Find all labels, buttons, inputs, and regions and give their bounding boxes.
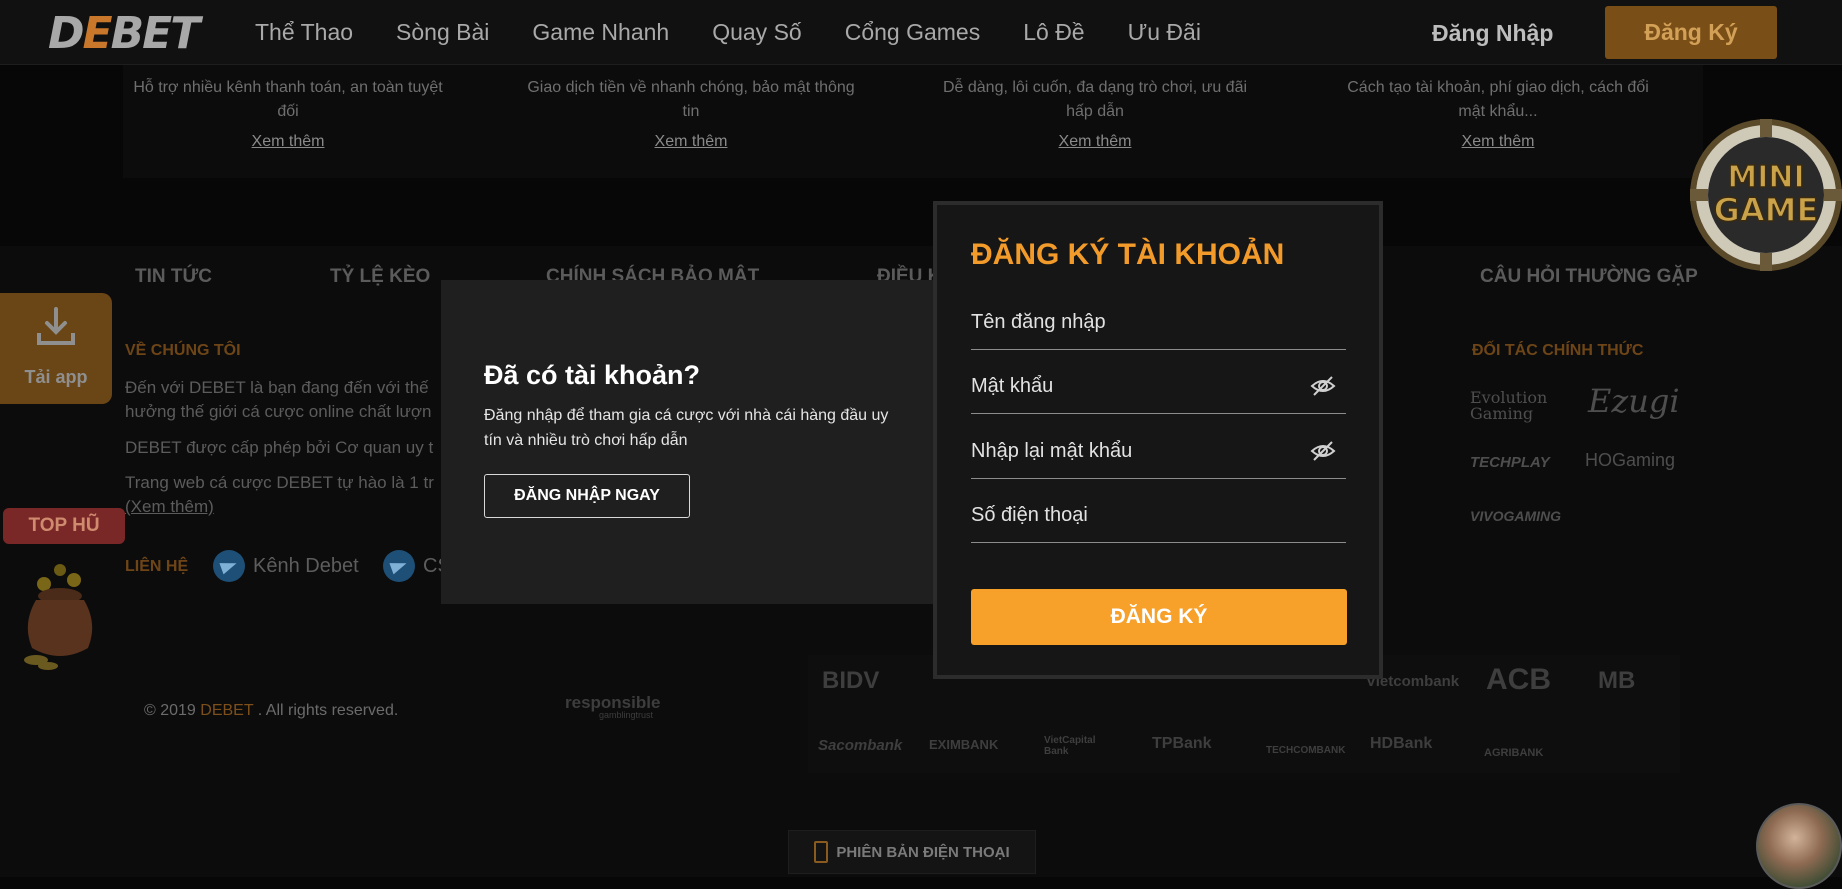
password-input[interactable] xyxy=(971,371,1301,401)
about-title: VỀ CHÚNG TÔI xyxy=(125,342,241,359)
main-nav: Thể Thao Sòng Bài Game Nhanh Quay Số Cổn… xyxy=(255,0,1244,64)
partner-techplay: TECHPLAY xyxy=(1470,454,1550,471)
bank-techcombank: TECHCOMBANK xyxy=(1266,745,1346,756)
confirm-password-input[interactable] xyxy=(971,436,1301,466)
copyright: © 2019 DEBET . All rights reserved. xyxy=(144,702,399,719)
telegram-icon xyxy=(213,550,245,582)
username-input[interactable] xyxy=(971,307,1301,337)
nav-game-nhanh[interactable]: Game Nhanh xyxy=(532,19,669,46)
info-cards: Hỗ trợ nhiều kênh thanh toán, an toàn tu… xyxy=(123,64,1703,178)
top-hu-banner[interactable]: TOP HŨ xyxy=(3,508,125,544)
info-card: Cách tạo tài khoản, phí giao dịch, cách … xyxy=(1333,76,1663,151)
nav-uu-dai[interactable]: Ưu Đãi xyxy=(1128,19,1201,46)
money-pot-icon[interactable] xyxy=(14,560,106,672)
bank-bidv: BIDV xyxy=(822,667,880,694)
about-read-more-link[interactable]: (Xem thêm) xyxy=(125,495,455,519)
contact-kenh-debet[interactable]: Kênh Debet xyxy=(213,550,359,582)
register-button[interactable]: Đăng Ký xyxy=(1605,6,1777,59)
download-icon xyxy=(37,307,75,345)
info-card: Giao dịch tiền về nhanh chóng, bảo mật t… xyxy=(526,76,856,151)
footer-nav-faq[interactable]: CÂU HỎI THƯỜNG GẶP xyxy=(1480,266,1698,288)
debet-logo[interactable]: DEBET xyxy=(48,8,200,59)
nav-the-thao[interactable]: Thể Thao xyxy=(255,19,353,46)
password-field xyxy=(971,349,1346,414)
nav-cong-games[interactable]: Cổng Games xyxy=(845,19,981,46)
partner-vivogaming: VIVOGAMING xyxy=(1470,508,1562,524)
bank-acb: ACB xyxy=(1486,663,1551,696)
login-prompt-description: Đăng nhập để tham gia cá cược với nhà cá… xyxy=(484,407,889,449)
mini-game-widget[interactable]: MINI GAME xyxy=(1686,115,1842,277)
telegram-icon xyxy=(383,550,415,582)
login-prompt-panel: Đã có tài khoản? Đăng nhập để tham gia c… xyxy=(441,280,936,604)
register-form-title: ĐĂNG KÝ TÀI KHOẢN xyxy=(971,238,1285,271)
bank-vietcapital: VietCapital Bank xyxy=(1044,735,1096,757)
about-text: Đến với DEBET là bạn đang đến với thế hư… xyxy=(125,376,455,424)
login-prompt-title: Đã có tài khoản? xyxy=(484,360,701,390)
partner-ezugi: Ezugi xyxy=(1588,382,1680,420)
eye-off-icon[interactable] xyxy=(1310,438,1336,464)
register-form-panel: ĐĂNG KÝ TÀI KHOẢN ĐĂNG KÝ xyxy=(933,201,1383,679)
bank-agribank: AGRIBANK xyxy=(1484,747,1544,759)
support-avatar[interactable] xyxy=(1756,803,1842,889)
about-line: hưởng thế giới cá cược online chất lượn xyxy=(125,402,432,421)
card-read-more-link[interactable]: Xem thêm xyxy=(1333,133,1663,151)
partner-evolution-gaming: Evolution Gaming xyxy=(1470,388,1548,423)
about-line: DEBET được cấp phép bởi Cơ quan uy t xyxy=(125,438,434,457)
bank-eximbank: EXIMBANK xyxy=(929,737,999,752)
eye-off-icon[interactable] xyxy=(1310,373,1336,399)
mini-game-text-line1: MINI xyxy=(1727,160,1804,195)
nav-quay-so[interactable]: Quay Số xyxy=(712,19,802,46)
download-app-label: Tải app xyxy=(24,367,88,387)
login-now-button[interactable]: ĐĂNG NHẬP NGAY xyxy=(484,474,690,518)
card-description: Giao dịch tiền về nhanh chóng, bảo mật t… xyxy=(527,79,855,120)
phone-input[interactable] xyxy=(971,500,1301,530)
info-card: Hỗ trợ nhiều kênh thanh toán, an toàn tu… xyxy=(123,76,453,151)
partner-hogaming: HOGaming xyxy=(1585,450,1676,470)
copyright-brand: DEBET xyxy=(200,702,254,719)
download-app-widget[interactable]: Tải app xyxy=(0,293,112,404)
card-description: Hỗ trợ nhiều kênh thanh toán, an toàn tu… xyxy=(133,79,443,120)
mobile-version-button[interactable]: PHIÊN BẢN ĐIỆN THOẠI xyxy=(788,830,1036,874)
contact-label: Kênh Debet xyxy=(253,554,359,577)
card-read-more-link[interactable]: Xem thêm xyxy=(123,133,453,151)
login-link[interactable]: Đăng Nhập xyxy=(1432,20,1553,47)
nav-song-bai[interactable]: Sòng Bài xyxy=(396,19,489,46)
partners-title: ĐỐI TÁC CHÍNH THỨC xyxy=(1472,342,1644,359)
footer-nav-tin-tuc[interactable]: TIN TỨC xyxy=(135,266,212,288)
card-description: Cách tạo tài khoản, phí giao dịch, cách … xyxy=(1347,79,1649,120)
site-header: DEBET Thể Thao Sòng Bài Game Nhanh Quay … xyxy=(0,0,1842,65)
mobile-version-label: PHIÊN BẢN ĐIỆN THOẠI xyxy=(836,843,1010,861)
mini-game-text-line2: GAME xyxy=(1714,191,1819,229)
bank-tpbank: TPBank xyxy=(1152,735,1212,752)
about-line: Trang web cá cược DEBET tự hào là 1 tr xyxy=(125,473,434,492)
nav-lo-de[interactable]: Lô Đề xyxy=(1023,19,1084,46)
contact-title: LIÊN HỆ xyxy=(125,558,189,575)
phone-icon xyxy=(814,841,829,863)
register-submit-button[interactable]: ĐĂNG KÝ xyxy=(971,589,1347,645)
username-field xyxy=(971,285,1346,350)
card-read-more-link[interactable]: Xem thêm xyxy=(526,133,856,151)
about-line: Đến với DEBET là bạn đang đến với thế xyxy=(125,378,429,397)
bank-sacombank: Sacombank xyxy=(818,737,903,754)
card-read-more-link[interactable]: Xem thêm xyxy=(930,133,1260,151)
phone-field xyxy=(971,478,1346,543)
footer-nav-ty-le-keo[interactable]: TỶ LỆ KÈO xyxy=(330,266,430,288)
bank-hdbank: HDBank xyxy=(1370,735,1433,752)
card-description: Dễ dàng, lôi cuốn, đa dạng trò chơi, ưu … xyxy=(942,79,1248,120)
confirm-password-field xyxy=(971,414,1346,479)
partner-logos: Evolution Gaming Ezugi TECHPLAY HOGaming… xyxy=(1470,378,1710,543)
bank-mb: MB xyxy=(1598,667,1636,694)
responsible-gambling-logo: responsible gamblingtrust xyxy=(565,693,661,720)
info-card: Dễ dàng, lôi cuốn, đa dạng trò chơi, ưu … xyxy=(930,76,1260,151)
